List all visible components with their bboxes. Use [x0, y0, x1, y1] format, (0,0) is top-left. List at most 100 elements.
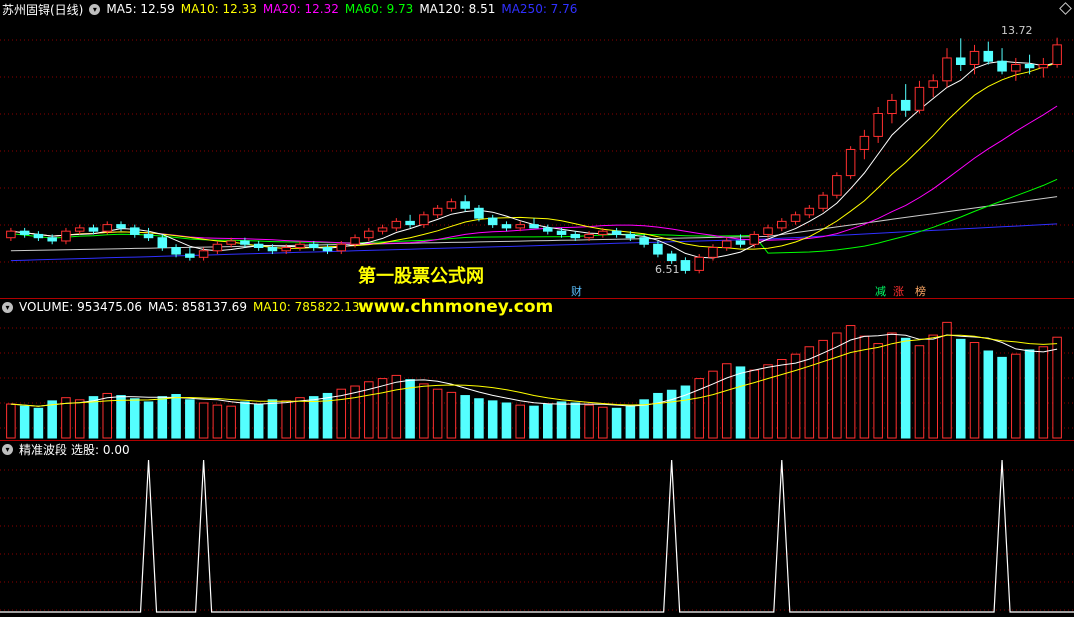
volume-bar: [33, 407, 44, 439]
volume-bar: [74, 399, 85, 439]
volume-bar: [198, 402, 209, 439]
volume-chart[interactable]: [0, 298, 1074, 440]
rank-mark[interactable]: 榜: [914, 283, 927, 299]
volume-bar: [157, 396, 168, 439]
candle-body: [777, 220, 787, 229]
candlestick-chart[interactable]: [0, 0, 1074, 298]
volume-bar: [474, 398, 484, 439]
volume-bar: [818, 339, 828, 439]
volume-bar: [295, 397, 305, 439]
high-price-label: 13.72: [1001, 24, 1033, 37]
candle-body: [240, 240, 250, 245]
volume-bar: [171, 394, 181, 439]
candle-body: [611, 230, 622, 235]
candle-body: [900, 99, 911, 111]
volume-bar: [391, 374, 402, 439]
candle-body: [598, 230, 608, 235]
finance-mark[interactable]: 财: [570, 283, 583, 299]
volume-bar: [584, 404, 594, 439]
volume-bar: [446, 391, 457, 439]
indicator-panel[interactable]: ▾ 精准波段 选股: 0.00: [0, 440, 1074, 617]
candle-body: [845, 148, 856, 177]
candle-body: [708, 247, 718, 258]
volume-bar: [570, 402, 581, 439]
candle-body: [1038, 63, 1049, 69]
volume-bar: [763, 364, 773, 439]
candle-body: [308, 243, 319, 249]
volume-bar: [928, 334, 938, 439]
volume-bar: [253, 403, 264, 439]
candle-body: [969, 50, 980, 65]
volume-bar: [969, 342, 980, 439]
volume-bar: [598, 406, 608, 439]
vol-ma5-label: MA5: 858137.69: [148, 300, 247, 314]
candle-body: [1024, 63, 1035, 69]
candle-body: [405, 220, 415, 226]
limit-up-mark[interactable]: 涨: [892, 283, 905, 299]
candle-body: [763, 227, 773, 235]
volume-bar: [887, 332, 897, 439]
ma120-label: MA120: 8.51: [419, 2, 496, 16]
volume-bar: [694, 378, 704, 439]
volume-bar: [666, 389, 677, 439]
candle-body: [832, 175, 842, 196]
volume-bar: [460, 395, 470, 439]
settings-circle-icon[interactable]: ▾: [2, 443, 13, 455]
volume-bar: [983, 350, 994, 439]
ma5-line: [10, 60, 1058, 259]
candle-body: [914, 86, 925, 111]
candle-body: [749, 233, 760, 245]
vol-ma10-label: MA10: 785822.13: [252, 300, 360, 314]
candle-body: [666, 253, 677, 262]
candle-body: [955, 57, 966, 65]
volume-bar: [955, 338, 966, 439]
candle-body: [267, 247, 278, 252]
volume-bar: [185, 399, 195, 439]
reduce-mark[interactable]: 减: [874, 283, 887, 299]
candle-body: [653, 243, 663, 255]
volume-bar: [749, 369, 760, 439]
signal-chart[interactable]: [0, 440, 1074, 617]
volume-bar: [997, 356, 1007, 439]
price-panel[interactable]: 苏州固锝(日线) ▾ MA5: 12.59 MA10: 12.33 MA20: …: [0, 0, 1074, 298]
ma250-label: MA250: 7.76: [501, 2, 578, 16]
volume-label: VOLUME: 953475.06: [19, 300, 142, 314]
settings-circle-icon[interactable]: ▾: [89, 3, 101, 15]
stock-name: 苏州固锝(日线): [2, 2, 84, 17]
volume-bar: [130, 398, 140, 439]
candle-body: [859, 135, 870, 150]
volume-bar: [102, 392, 113, 439]
candle-body: [997, 60, 1007, 72]
candle-body: [515, 224, 526, 229]
settings-circle-icon[interactable]: ▾: [2, 301, 13, 313]
ma60-label: MA60: 9.73: [344, 2, 414, 16]
volume-bar: [529, 405, 539, 439]
candle-body: [694, 256, 704, 271]
volume-bar: [515, 404, 526, 439]
volume-bar: [708, 370, 718, 439]
volume-bar: [859, 335, 870, 439]
volume-panel[interactable]: ▾ VOLUME: 953475.06 MA5: 858137.69 MA10:…: [0, 298, 1074, 440]
candle-body: [143, 233, 154, 239]
candle-body: [102, 224, 113, 232]
candle-body: [460, 201, 470, 209]
candle-body: [487, 217, 498, 226]
volume-bar: [240, 401, 250, 439]
volume-bar: [226, 405, 236, 439]
volume-bar: [267, 399, 278, 439]
volume-bar: [625, 405, 636, 439]
candle-body: [322, 247, 333, 252]
candle-body: [226, 240, 236, 245]
volume-header: ▾ VOLUME: 953475.06 MA5: 858137.69 MA10:…: [2, 299, 366, 315]
candle-body: [680, 260, 691, 271]
volume-bar: [501, 402, 512, 439]
candle-body: [33, 233, 44, 239]
volume-bar: [88, 396, 99, 439]
candle-body: [336, 243, 347, 252]
volume-bar: [735, 366, 746, 439]
candle-body: [19, 230, 30, 235]
watermark-url: www.chnmoney.com: [358, 297, 554, 317]
volume-bar: [487, 400, 498, 439]
candle-body: [364, 230, 374, 239]
candle-body: [171, 247, 181, 255]
